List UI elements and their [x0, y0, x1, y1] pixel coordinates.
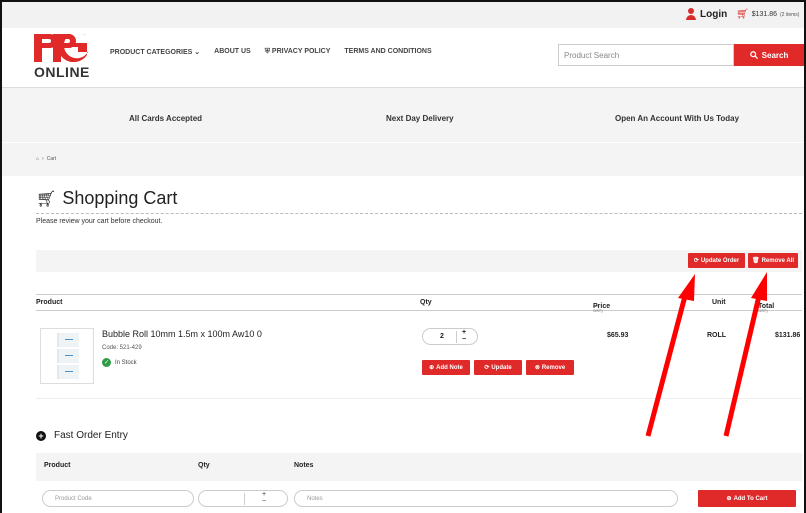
top-bar: Login 🛒︎ $131.86 (2 items)	[2, 2, 804, 28]
annotation-arrow-line	[723, 295, 762, 437]
check-icon: ✓	[102, 358, 111, 367]
remove-all-button[interactable]: 🗑︎ Remove All	[748, 253, 798, 268]
fast-order-title: Fast Order Entry	[54, 430, 128, 441]
cart-table-header: Product Qty Price (ex GST) Unit Total (e…	[36, 294, 802, 313]
fast-qty-stepper[interactable]: + −	[198, 490, 288, 507]
col-unit: Unit	[712, 299, 726, 306]
col-product: Product	[36, 299, 63, 306]
breadcrumb-cart: Cart	[46, 156, 57, 162]
roll-graphic	[57, 333, 79, 347]
col-price-sub: (ex GST)	[593, 303, 603, 313]
nav-privacy-policy[interactable]: ⛨ PRIVACY POLICY	[265, 48, 331, 56]
nav-terms[interactable]: TERMS AND CONDITIONS	[344, 48, 431, 56]
item-price: $65.93	[607, 332, 629, 339]
stepper-divider	[456, 331, 457, 343]
stock-label: In Stock	[115, 359, 137, 366]
title-divider	[36, 213, 802, 214]
product-search-input[interactable]: Product Search	[558, 44, 734, 66]
feature-cards: All Cards Accepted	[129, 114, 203, 123]
product-name[interactable]: Bubble Roll 10mm 1.5m x 100m Aw10 0	[102, 329, 262, 339]
feature-delivery: Next Day Delivery	[386, 114, 454, 123]
features-band: All Cards Accepted Next Day Delivery Ope…	[2, 88, 804, 176]
main-nav: PRODUCT CATEGORIES ⌄ ABOUT US ⛨ PRIVACY …	[110, 48, 432, 56]
ppg-logo[interactable]: ONLINE	[34, 34, 90, 82]
increment-decrement-control[interactable]: + −	[462, 329, 466, 343]
add-to-cart-button[interactable]: ⊕ Add To Cart	[698, 490, 796, 507]
trash-icon: 🗑︎	[751, 258, 760, 264]
col-total-sub: (ex GST)	[758, 303, 768, 313]
fast-order-header: Product Qty Notes	[36, 453, 802, 481]
product-code-input[interactable]: Product Code	[42, 490, 194, 507]
stepper-divider	[244, 493, 245, 505]
site-header: ONLINE PRODUCT CATEGORIES ⌄ ABOUT US ⛨ P…	[2, 28, 804, 88]
feature-account[interactable]: Open An Account With Us Today	[615, 114, 739, 123]
remove-button[interactable]: ⊗ Remove	[526, 360, 574, 375]
remove-label: Remove	[541, 364, 566, 371]
update-button[interactable]: ⟳ Update	[474, 360, 522, 375]
ppg-logo-mark	[34, 34, 88, 62]
quantity-value[interactable]: 2	[440, 333, 444, 340]
remove-all-label: Remove All	[761, 257, 795, 264]
login-link[interactable]: Login	[686, 8, 727, 20]
user-icon	[686, 8, 696, 20]
cart-subtitle: Please review your cart before checkout.	[36, 218, 163, 225]
item-unit: ROLL	[707, 332, 727, 339]
search-icon	[749, 51, 758, 59]
remove-icon: ⊗	[534, 365, 540, 371]
update-order-button[interactable]: ⟳ Update Order	[688, 253, 745, 268]
add-note-label: Add Note	[436, 364, 463, 371]
stock-status: ✓ In Stock	[102, 358, 137, 367]
page-title: 🛒︎ Shopping Cart	[36, 188, 177, 209]
page-title-text: Shopping Cart	[62, 188, 178, 208]
mini-cart-link[interactable]: 🛒︎ $131.86 (2 items)	[736, 9, 799, 20]
nav-about-us[interactable]: ABOUT US	[214, 48, 251, 56]
increment-decrement-control[interactable]: + −	[262, 491, 266, 505]
fast-col-notes: Notes	[294, 462, 314, 469]
mini-cart-count: (2 items)	[780, 11, 800, 18]
update-label: Update	[491, 364, 512, 371]
login-label: Login	[700, 8, 728, 20]
row-divider	[36, 398, 802, 399]
refresh-icon: ⟳	[484, 365, 490, 371]
update-order-label: Update Order	[700, 257, 740, 264]
breadcrumb-separator: ›	[42, 156, 44, 162]
mini-cart-total: $131.86	[751, 11, 778, 18]
plus-circle-icon: ⊕	[726, 496, 732, 502]
add-note-button[interactable]: ⊕ Add Note	[422, 360, 470, 375]
home-icon[interactable]: ⌂	[36, 156, 39, 162]
refresh-icon: ⟳	[693, 258, 699, 264]
roll-graphic	[57, 349, 79, 363]
annotation-arrow-line	[645, 295, 688, 437]
roll-graphic	[57, 365, 79, 379]
breadcrumb: ⌂ › Cart	[36, 156, 56, 162]
logo-online-text: ONLINE	[34, 64, 90, 80]
band-divider	[2, 142, 804, 143]
quantity-stepper[interactable]: 2 + −	[422, 328, 478, 345]
nav-product-categories[interactable]: PRODUCT CATEGORIES ⌄	[110, 48, 200, 56]
add-to-cart-label: Add To Cart	[733, 495, 768, 502]
item-total: $131.86	[775, 332, 801, 339]
fast-col-product: Product	[44, 462, 71, 469]
product-code: Code: 521-429	[102, 345, 142, 351]
cart-icon: 🛒︎	[736, 9, 749, 20]
plus-icon: +	[36, 430, 46, 441]
col-qty: Qty	[420, 299, 432, 306]
search-button-label: Search	[761, 50, 789, 60]
product-image[interactable]	[40, 328, 94, 384]
shopping-cart-icon: 🛒︎	[36, 190, 57, 208]
notes-input[interactable]: Notes	[294, 490, 678, 507]
search-button[interactable]: Search	[734, 44, 804, 66]
fast-order-toggle[interactable]: + Fast Order Entry	[36, 430, 128, 441]
plus-circle-icon: ⊕	[429, 365, 435, 371]
page-frame: Login 🛒︎ $131.86 (2 items) ONLINE PRODUC…	[0, 0, 806, 513]
fast-col-qty: Qty	[198, 462, 210, 469]
cart-actions-bar: ⟳ Update Order 🗑︎ Remove All	[36, 250, 802, 272]
